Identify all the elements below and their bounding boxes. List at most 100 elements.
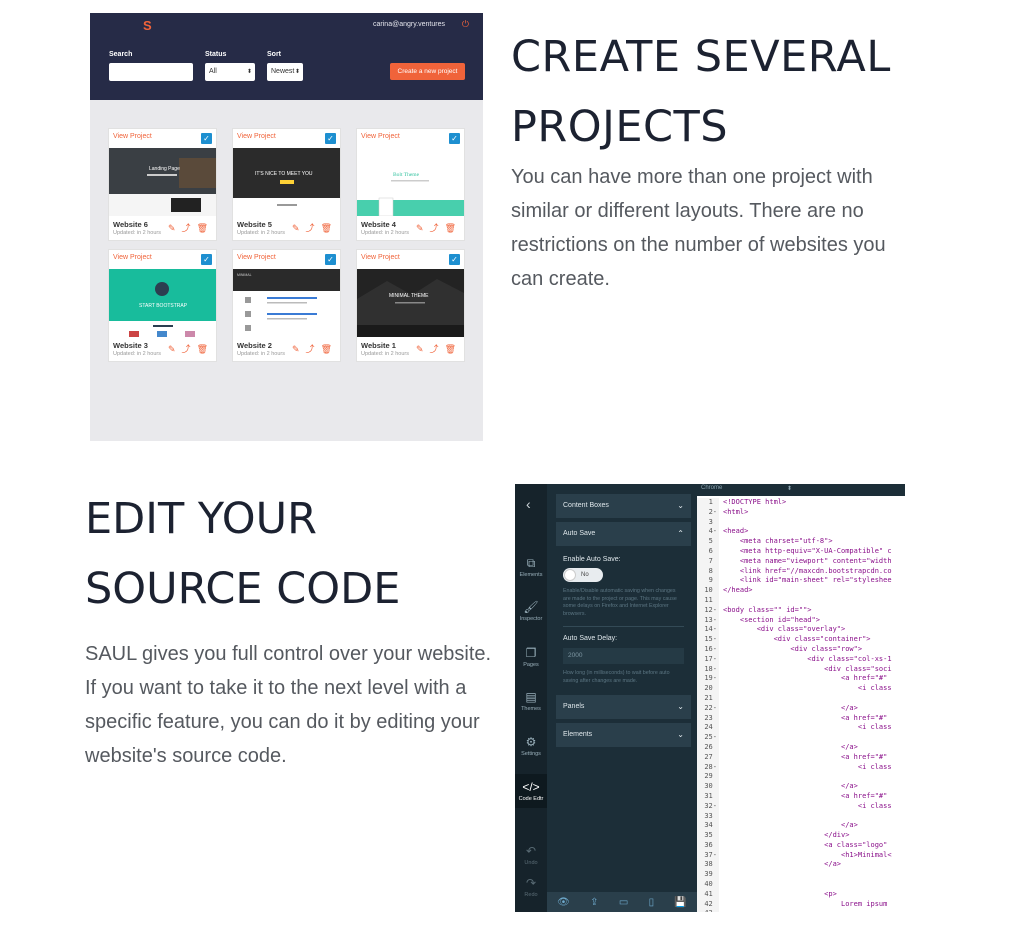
line-number: 15- (697, 635, 719, 645)
checkbox-icon[interactable]: ✓ (449, 254, 460, 265)
accordion-label: Elements (563, 731, 593, 738)
code-text: </a> (723, 742, 858, 751)
tab-arrows-icon[interactable]: ⬍ (787, 485, 792, 492)
sidebar-item-undo[interactable]: ↶ Undo (515, 844, 547, 866)
auto-save-delay-input[interactable]: 2000 (563, 648, 684, 664)
sidebar-item-code-editor[interactable]: </> Code Edtr (515, 774, 547, 808)
line-number: 43 (697, 909, 719, 912)
inspector-icon: 🖌 (523, 600, 539, 614)
line-number: 20 (697, 684, 719, 694)
checkbox-icon[interactable]: ✓ (201, 254, 212, 265)
thumb-title: MINIMAL THEME (389, 293, 429, 299)
code-text: <div class="overlay"> (723, 625, 846, 634)
preview-eye-icon[interactable]: 👁 (557, 897, 570, 908)
share-icon[interactable]: ⤴ (430, 223, 439, 233)
checkbox-icon[interactable]: ✓ (325, 254, 336, 265)
line-number: 3 (697, 517, 719, 528)
card-actions: ✎ ⤴ 🗑 (292, 344, 332, 354)
code-line: 4- <head> (697, 527, 905, 538)
auto-save-toggle[interactable]: No (563, 568, 603, 582)
auto-save-body: Enable Auto Save: No Enable/Disable auto… (556, 550, 691, 691)
export-icon[interactable]: ⇪ (590, 897, 598, 908)
code-line: 31 <a href="#" (697, 791, 905, 802)
edit-pencil-icon[interactable]: ✎ (416, 223, 424, 233)
trash-icon[interactable]: 🗑 (321, 223, 332, 233)
sidebar-item-inspector[interactable]: 🖌 Inspector (515, 600, 547, 622)
code-editor-tabbar: Chrome ⬍ (697, 484, 905, 496)
desktop-view-icon[interactable]: ▭ (619, 897, 628, 908)
trash-icon[interactable]: 🗑 (321, 344, 332, 354)
save-icon[interactable]: 💾 (674, 897, 686, 908)
status-select[interactable]: All ⬍ (205, 63, 255, 81)
content-boxes-accordion[interactable]: Content Boxes ⌄ (556, 494, 691, 518)
trash-icon[interactable]: 🗑 (445, 223, 456, 233)
share-icon[interactable]: ⤴ (306, 344, 315, 354)
view-project-link[interactable]: View Project (113, 133, 152, 140)
auto-save-accordion[interactable]: Auto Save ⌃ (556, 522, 691, 546)
line-number: 16- (697, 644, 719, 655)
checkbox-icon[interactable]: ✓ (449, 133, 460, 144)
sidebar-item-themes[interactable]: ▤ Themes (515, 690, 547, 712)
edit-pencil-icon[interactable]: ✎ (168, 344, 176, 354)
project-card[interactable]: View Project ✓ START BOOTSTRAP Website 3… (108, 249, 217, 362)
trash-icon[interactable]: 🗑 (197, 223, 208, 233)
trash-icon[interactable]: 🗑 (445, 344, 456, 354)
edit-pencil-icon[interactable]: ✎ (416, 344, 424, 354)
trash-icon[interactable]: 🗑 (197, 344, 208, 354)
view-project-link[interactable]: View Project (361, 254, 400, 261)
checkbox-icon[interactable]: ✓ (201, 133, 212, 144)
view-project-link[interactable]: View Project (237, 254, 276, 261)
chevron-down-icon: ⌄ (677, 501, 684, 510)
code-text: <!DOCTYPE html> (723, 498, 787, 506)
checkbox-icon[interactable]: ✓ (325, 133, 336, 144)
edit-pencil-icon[interactable]: ✎ (292, 223, 300, 233)
back-chevron-icon[interactable]: ‹ (526, 496, 531, 512)
line-number: 40 (697, 880, 719, 890)
create-project-button[interactable]: Create a new project (390, 63, 465, 80)
sidebar-item-label: Pages (523, 662, 539, 668)
panels-accordion[interactable]: Panels ⌄ (556, 695, 691, 719)
share-icon[interactable]: ⤴ (306, 223, 315, 233)
view-project-link[interactable]: View Project (113, 254, 152, 261)
code-line: 26 </a> (697, 742, 905, 753)
edit-pencil-icon[interactable]: ✎ (168, 223, 176, 233)
share-icon[interactable]: ⤴ (182, 344, 191, 354)
line-number: 19- (697, 674, 719, 685)
mobile-view-icon[interactable]: ▯ (649, 897, 655, 908)
edit-pencil-icon[interactable]: ✎ (292, 344, 300, 354)
sidebar-item-settings[interactable]: ⚙ Settings (515, 735, 547, 757)
project-card[interactable]: View Project ✓ MINIMAL THEME Website 1 U… (356, 249, 465, 362)
code-text: <p> (723, 889, 837, 898)
code-editor[interactable]: Chrome ⬍ 1 <!DOCTYPE html> 2- <html> 3 4- <h… (697, 484, 905, 912)
elements-accordion[interactable]: Elements ⌄ (556, 723, 691, 747)
project-updated: Updated: in 2 hours (113, 351, 162, 357)
project-card[interactable]: View Project ✓ IT'S NICE TO MEET YOU Web… (232, 128, 341, 241)
sidebar-item-label: Code Edtr (518, 796, 544, 802)
share-icon[interactable]: ⤴ (182, 223, 191, 233)
view-project-link[interactable]: View Project (361, 133, 400, 140)
sort-select[interactable]: Newest ⬍ (267, 63, 303, 81)
search-input[interactable] (109, 63, 193, 81)
code-lines: 1 <!DOCTYPE html> 2- <html> 3 4- <head> 5 <me… (697, 498, 905, 912)
project-card[interactable]: View Project ✓ MINIMAL Website 2 Updated… (232, 249, 341, 362)
code-text: <a href="#" (723, 752, 888, 761)
accordion-label: Content Boxes (563, 502, 609, 509)
search-label: Search (109, 51, 133, 58)
logout-icon[interactable]: ⏻ (462, 19, 469, 29)
code-line: 17- <div class="col-xs-1 (697, 654, 905, 665)
sidebar-item-elements[interactable]: ⧉ Elements (515, 556, 547, 578)
project-card[interactable]: View Project ✓ Bolt Theme Website 4 Upda… (356, 128, 465, 241)
code-text: <meta name="viewport" content="width (723, 556, 892, 565)
project-card[interactable]: View Project ✓ Landing Page Website 6 Up… (108, 128, 217, 241)
sidebar-item-pages[interactable]: ❐ Pages (515, 646, 547, 668)
code-line: 24 <i class (697, 723, 905, 734)
share-icon[interactable]: ⤴ (430, 344, 439, 354)
line-number: 41 (697, 889, 719, 900)
sidebar-item-redo[interactable]: ↷ Redo (515, 876, 547, 898)
line-number: 28- (697, 762, 719, 773)
line-number: 26 (697, 742, 719, 753)
view-project-link[interactable]: View Project (237, 133, 276, 140)
sidebar-item-label: Inspector (519, 616, 543, 622)
